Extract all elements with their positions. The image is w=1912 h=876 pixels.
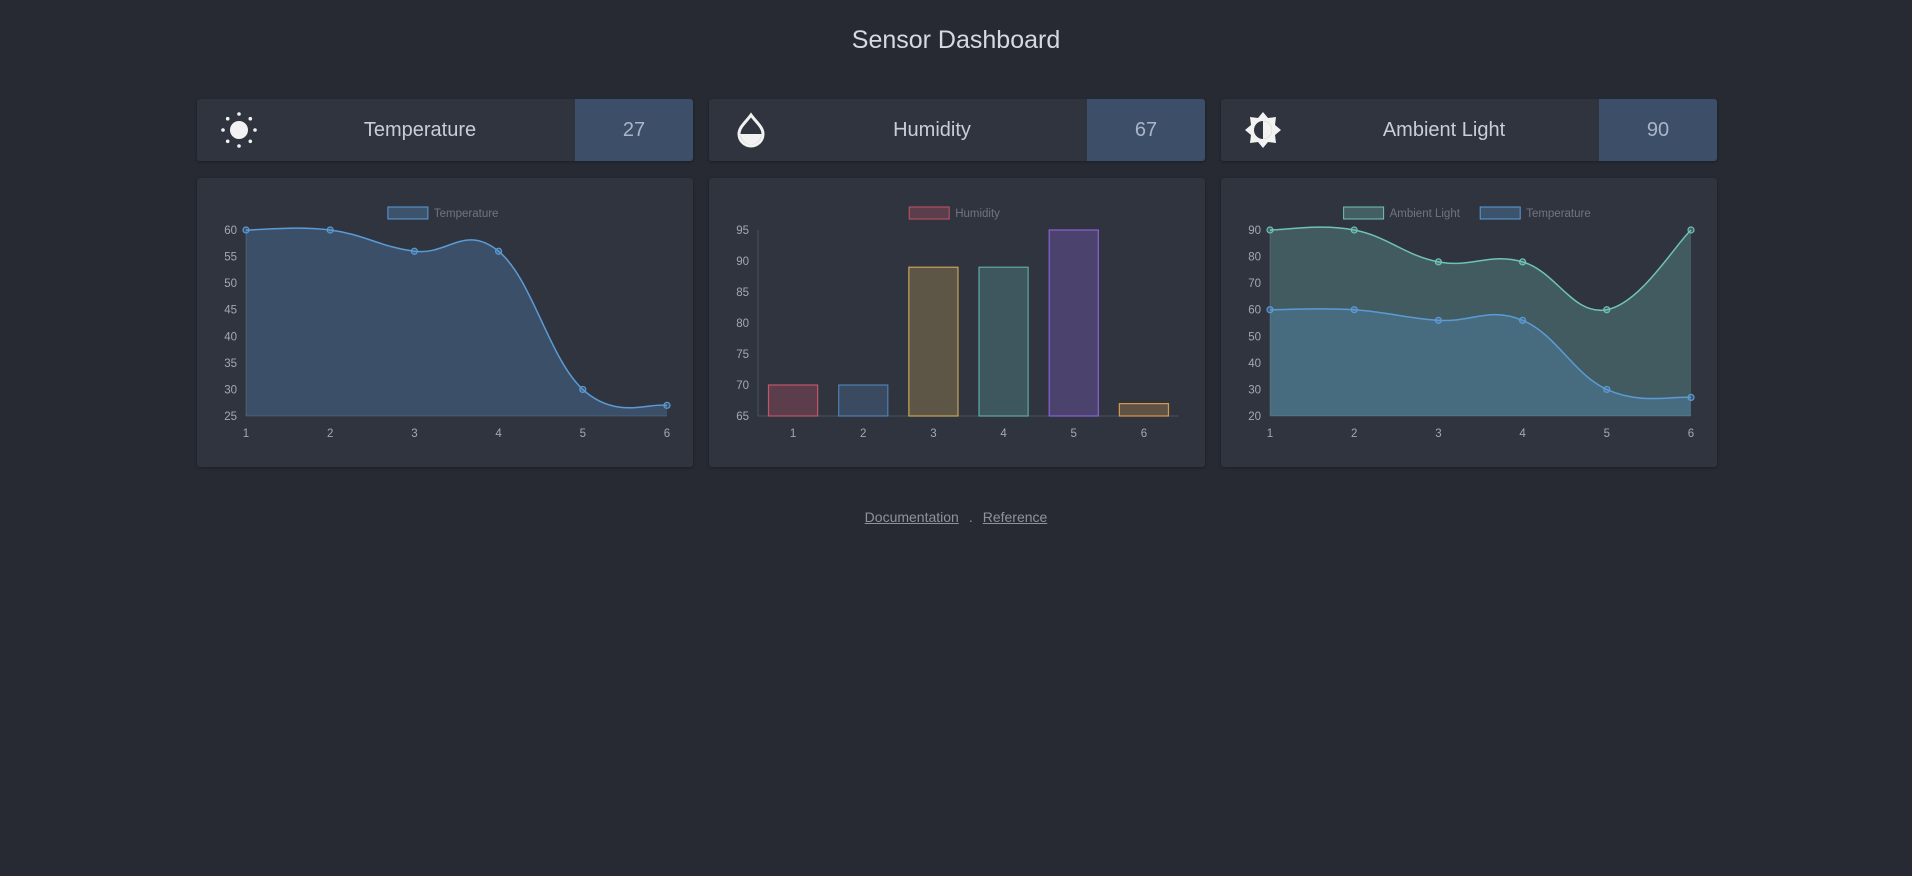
legend-label: Ambient Light [1390,208,1461,220]
legend-label: Temperature [1526,208,1591,220]
x-tick-label: 3 [930,428,936,440]
humidity-card: Humidity 67 [709,99,1205,161]
data-point [1687,226,1695,234]
y-tick-label: 85 [736,287,749,299]
y-tick-label: 90 [736,256,749,268]
x-tick-label: 2 [327,428,333,440]
x-tick-label: 4 [495,428,502,440]
card-label: Temperature [363,119,477,141]
bar [1118,403,1170,417]
temperature-chart: 25303540455055601 2 3 4 5 6Temperature [224,206,671,440]
data-point [326,226,334,234]
bar [1048,229,1099,417]
bar [908,266,959,417]
card-value: 90 [1599,99,1717,161]
x-tick-label: 6 [1141,428,1147,440]
x-tick-label: 3 [411,428,417,440]
data-point [1519,316,1527,324]
data-point [1434,258,1442,266]
data-point [1519,258,1527,266]
y-tick-label: 75 [736,349,749,361]
legend-swatch [387,206,429,220]
temperature-chart-panel: 25 30 35 40 45 50 55 60 1 2 3 4 5 6 Temperature [197,178,693,467]
y-tick-label: 60 [224,225,237,237]
data-point [1350,226,1358,234]
y-tick-label: 50 [224,278,237,290]
footer-separator: . [968,509,973,525]
card-value: 67 [1087,99,1205,161]
legend-swatch [908,206,950,220]
data-point [1434,316,1442,324]
x-tick-label: 6 [1688,428,1694,440]
x-tick-label: 4 [1519,428,1526,440]
y-tick-label: 95 [736,225,749,237]
documentation-link[interactable]: Documentation [865,509,959,525]
humidity-chart-panel: 65 70 75 80 85 90 95 Humidity 1 2 3 4 5 6 [709,178,1205,467]
x-tick-label: 6 [664,428,670,440]
ambient-light-card: Ambient Light 90 [1221,99,1717,161]
y-tick-label: 20 [1248,411,1261,423]
data-point [1603,306,1611,314]
data-point [1687,393,1695,401]
bar [767,384,819,417]
x-tick-label: 1 [790,428,796,440]
legend-label: Humidity [955,208,1000,220]
y-tick-label: 60 [1248,305,1261,317]
x-tick-label: 5 [1071,428,1077,440]
y-tick-label: 50 [1248,331,1261,343]
data-point [663,401,671,409]
legend-label: Temperature [434,208,499,220]
brightness-icon [1244,112,1282,148]
x-tick-label: 2 [1351,428,1357,440]
ambient-light-chart-panel: 20 30 40 50 60 70 80 90 1 2 3 4 5 6 Ambient Light Tempe… [1221,178,1717,467]
y-tick-label: 40 [1248,358,1261,370]
page-title: Sensor Dashboard [851,26,1061,54]
y-tick-label: 25 [224,411,237,423]
y-tick-label: 55 [224,252,237,264]
x-tick-label: 5 [1604,428,1610,440]
droplet-icon [732,112,770,148]
series-area [246,228,667,416]
x-tick-label: 1 [243,428,249,440]
bar [838,384,889,417]
x-tick-label: 5 [580,428,586,440]
data-point [1266,306,1274,314]
legend-swatch [1343,206,1385,220]
x-tick-label: 3 [1435,428,1441,440]
data-point [1350,306,1358,314]
y-tick-label: 70 [736,380,749,392]
y-tick-label: 30 [224,384,237,396]
y-tick-label: 30 [1248,384,1261,396]
card-label: Ambient Light [1382,119,1506,141]
data-point [242,226,250,234]
card-value: 27 [575,99,693,161]
data-point [1603,385,1611,394]
y-tick-label: 80 [1248,252,1261,264]
data-point [579,385,587,394]
card-label: Humidity [893,119,971,141]
y-tick-label: 70 [1248,278,1261,290]
x-tick-label: 4 [1000,428,1007,440]
humidity-chart: 65 70 75 80 85 90 95 Humidity 1 2 3 4 5 6 [736,206,1179,440]
data-point [495,247,503,255]
x-tick-label: 2 [860,428,866,440]
y-tick-label: 65 [736,411,749,423]
bar [978,266,1029,417]
temperature-card: Temperature 27 [197,99,693,161]
data-point [410,247,418,255]
ambient-light-chart: 20 30 40 50 60 70 80 90 1 2 3 4 5 6 Ambient Light Tempe… [1248,206,1695,440]
sun-icon [220,112,258,148]
legend-swatch [1479,206,1521,220]
footer: Documentation. Reference [0,509,1912,525]
data-point [1266,226,1274,234]
y-tick-label: 35 [224,358,237,370]
y-tick-label: 45 [224,305,237,317]
y-tick-label: 80 [736,318,749,330]
y-tick-label: 90 [1248,225,1261,237]
reference-link[interactable]: Reference [983,509,1048,525]
x-tick-label: 1 [1267,428,1273,440]
y-tick-label: 40 [224,331,237,343]
